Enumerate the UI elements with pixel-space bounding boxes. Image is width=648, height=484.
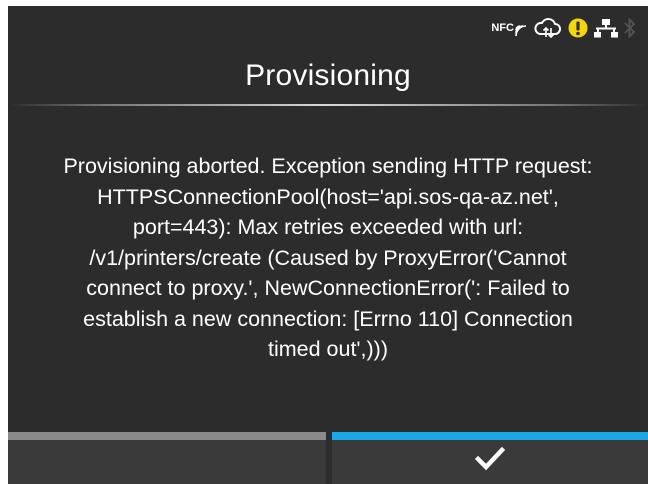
- nfc-label: NFC: [491, 22, 514, 34]
- cloud-sync-icon: [534, 17, 562, 39]
- nfc-icon: NFC: [491, 20, 528, 36]
- message-line: timed out',))): [268, 337, 388, 361]
- left-softkey[interactable]: [8, 432, 326, 484]
- confirm-button[interactable]: [332, 432, 648, 484]
- title-divider: [8, 104, 648, 106]
- warning-icon: [568, 18, 588, 38]
- message-line: port=443): Max retries exceeded with url…: [132, 215, 524, 239]
- status-bar: NFC: [491, 16, 636, 40]
- confirm-button-accent: [332, 432, 648, 440]
- title-area: Provisioning: [8, 58, 648, 94]
- message-line: /v1/printers/create (Caused by ProxyErro…: [89, 245, 567, 270]
- page-title: Provisioning: [245, 59, 411, 92]
- error-message: Provisioning aborted. Exception sending …: [8, 151, 648, 365]
- left-softkey-accent: [8, 432, 326, 440]
- printer-screen: NFC Provisioning Provisioning aborted. E…: [8, 6, 648, 484]
- softkey-bar: [8, 432, 648, 484]
- checkmark-icon: [475, 447, 505, 471]
- message-line: HTTPSConnectionPool(host='api.sos-qa-az.…: [97, 184, 559, 209]
- message-line: Provisioning aborted. Exception sending …: [63, 154, 593, 178]
- network-icon: [594, 18, 618, 38]
- bluetooth-icon: [624, 17, 636, 39]
- message-line: connect to proxy.', NewConnectionError('…: [86, 276, 570, 300]
- message-line: establish a new connection: [Errno 110] …: [83, 306, 573, 331]
